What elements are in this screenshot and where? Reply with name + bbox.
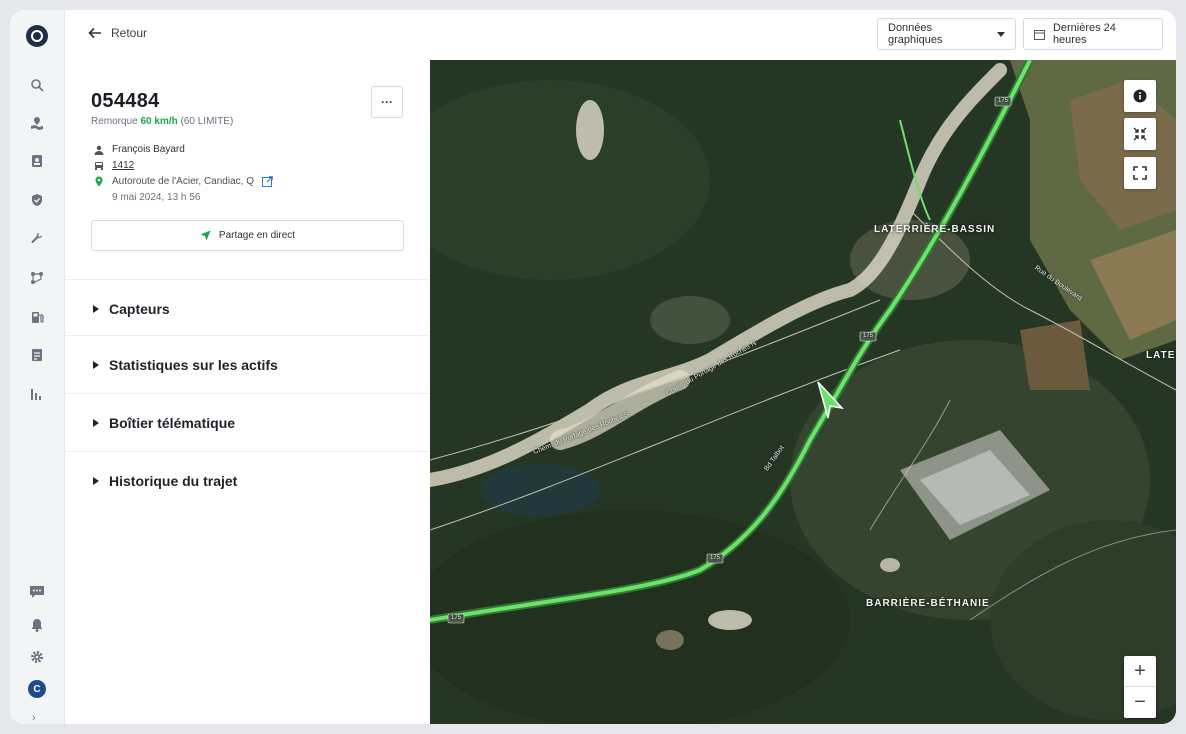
location-row: Autoroute de l'Acier, Candiac, Q	[93, 176, 273, 187]
section-telematics-box[interactable]: Boîtier télématique	[65, 393, 430, 451]
calendar-icon	[1034, 29, 1045, 40]
live-share-button[interactable]: Partage en direct	[91, 220, 404, 251]
external-link-icon[interactable]	[262, 176, 273, 187]
vehicle-icon	[93, 160, 104, 171]
driver-row: François Bayard	[93, 144, 185, 155]
section-label: Historique du trajet	[109, 472, 238, 489]
caret-right-icon	[93, 418, 99, 427]
asset-subtitle: Remorque 60 km/h (60 LIMITE)	[91, 116, 233, 127]
asset-title: 054484	[91, 90, 160, 112]
location-text: Autoroute de l'Acier, Candiac, Q	[112, 176, 254, 187]
section-label: Capteurs	[109, 300, 170, 317]
arrow-left-icon	[88, 27, 101, 39]
caret-right-icon	[93, 360, 99, 369]
brand-logo-icon[interactable]	[26, 25, 48, 47]
zoom-out-button[interactable]: −	[1124, 687, 1156, 718]
navigation-arrow-icon	[200, 230, 211, 241]
chevron-down-icon	[997, 31, 1005, 37]
driver-name: François Bayard	[112, 144, 185, 155]
time-range-button[interactable]: Dernières 24 heures	[1023, 18, 1163, 50]
asset-detail-panel: 054484 Remorque 60 km/h (60 LIMITE) ··· …	[65, 60, 430, 724]
section-label: Statistiques sur les actifs	[109, 356, 278, 373]
satellite-map[interactable]: LATERRIÈRE-BASSIN BARRIÈRE-BÉTHANIE LATE…	[430, 60, 1176, 724]
gear-icon[interactable]	[28, 648, 46, 666]
section-label: Boîtier télématique	[109, 414, 236, 431]
highway-shield-label: 175	[998, 98, 1009, 104]
map-icon[interactable]	[28, 114, 46, 132]
back-button[interactable]: Retour	[87, 25, 147, 41]
caret-right-icon	[93, 476, 99, 485]
speed-limit: (60 LIMITE)	[180, 116, 234, 127]
vehicle-row: 1412	[93, 160, 134, 171]
map-fullscreen-button[interactable]	[1124, 157, 1156, 189]
info-icon	[1133, 89, 1147, 103]
fuel-icon[interactable]	[28, 308, 46, 326]
place-label: BARRIÈRE-BÉTHANIE	[866, 598, 990, 609]
timestamp-row: 9 mai 2024, 13 h 56	[93, 192, 200, 203]
section-asset-stats[interactable]: Statistiques sur les actifs	[65, 335, 430, 393]
person-icon	[93, 144, 104, 155]
location-pin-icon	[93, 176, 104, 187]
wrench-icon[interactable]	[28, 230, 46, 248]
fullscreen-icon	[1133, 166, 1147, 180]
section-sensors[interactable]: Capteurs	[65, 279, 430, 337]
driver-icon[interactable]	[28, 152, 46, 170]
avatar[interactable]: C	[28, 680, 46, 698]
nav-rail: C ›	[10, 10, 65, 724]
highway-shield-label: 175	[451, 615, 462, 621]
section-trip-history[interactable]: Historique du trajet	[65, 451, 430, 509]
map-fit-bounds-button[interactable]	[1124, 118, 1156, 150]
time-range-label: Dernières 24 heures	[1052, 22, 1116, 46]
asset-type: Remorque	[91, 116, 138, 127]
document-icon[interactable]	[28, 346, 46, 364]
zoom-control: + −	[1124, 656, 1156, 718]
asset-speed: 60 km/h	[140, 116, 178, 127]
collapse-arrows-icon	[1133, 127, 1147, 141]
graph-data-dropdown[interactable]: Données graphiques	[877, 18, 1016, 50]
place-label: LATE	[1146, 350, 1176, 361]
zoom-in-button[interactable]: +	[1124, 656, 1156, 687]
route-icon[interactable]	[28, 269, 46, 287]
safety-shield-icon[interactable]	[28, 191, 46, 209]
live-share-label: Partage en direct	[218, 230, 296, 241]
reports-icon[interactable]	[28, 385, 46, 403]
more-options-button[interactable]: ···	[371, 86, 403, 118]
timestamp: 9 mai 2024, 13 h 56	[112, 192, 201, 203]
top-bar: Retour Données graphiques Dernières 24 h…	[65, 10, 1176, 60]
highway-shield-label: 175	[863, 333, 874, 339]
place-label: LATERRIÈRE-BASSIN	[874, 224, 996, 235]
chat-icon[interactable]	[28, 583, 46, 601]
search-icon[interactable]	[28, 76, 46, 94]
back-label: Retour	[111, 26, 148, 40]
map-terrain	[430, 60, 1176, 724]
app-window: C › Retour Données graphiques Dernières …	[10, 10, 1176, 724]
expand-rail-icon[interactable]: ›	[32, 712, 36, 724]
highway-shield-label: 175	[710, 555, 721, 561]
bell-icon[interactable]	[28, 616, 46, 634]
map-info-button[interactable]	[1124, 80, 1156, 112]
vehicle-link[interactable]: 1412	[112, 160, 134, 171]
graph-data-label: Données graphiques	[888, 22, 943, 46]
caret-right-icon	[93, 304, 99, 313]
